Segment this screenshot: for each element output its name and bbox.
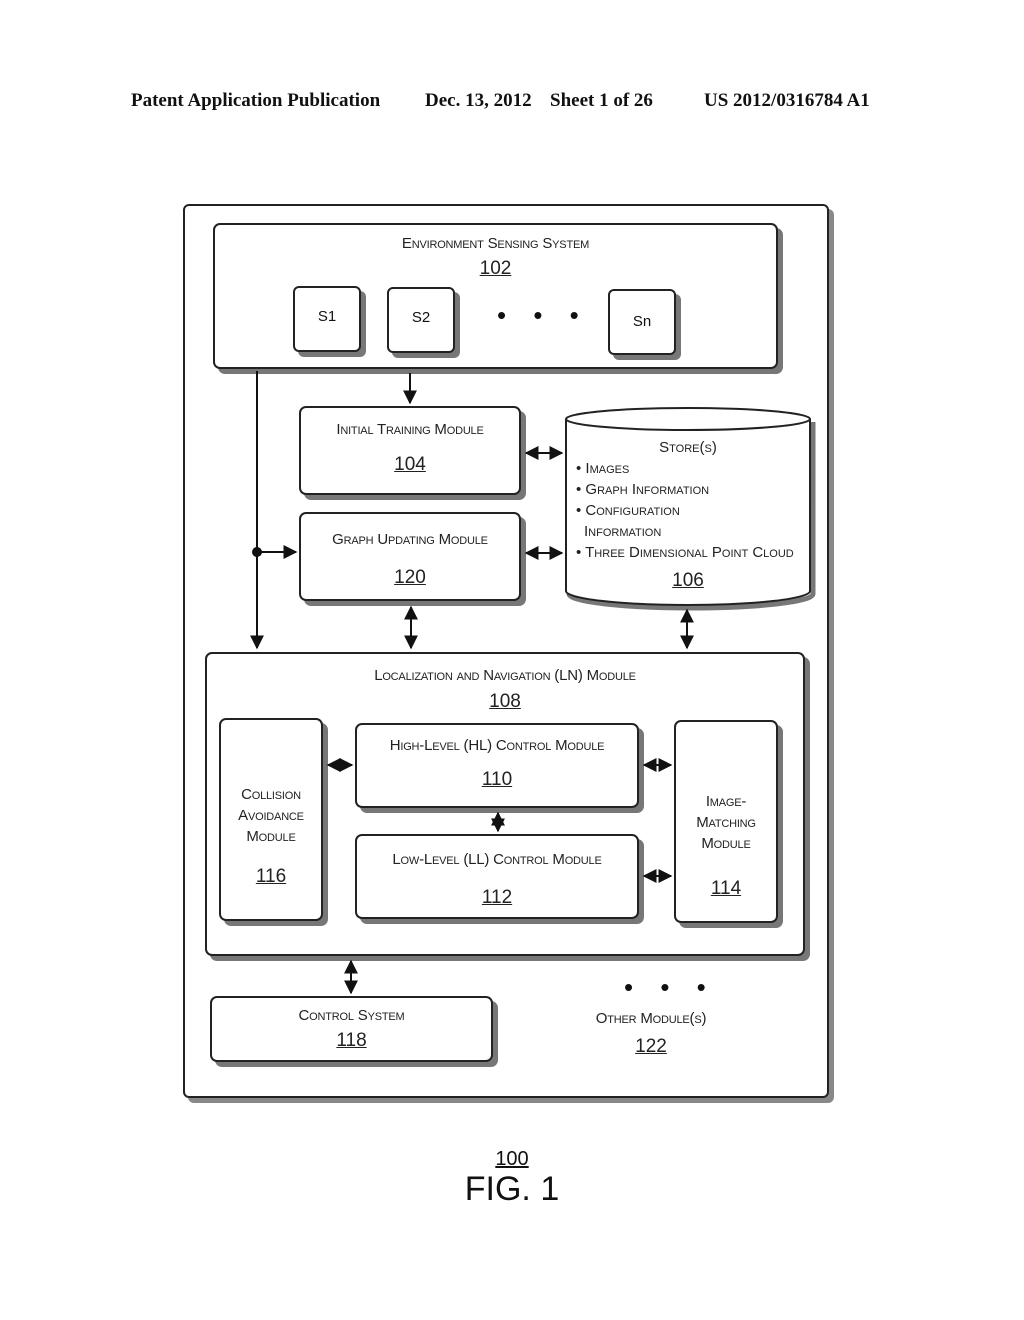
initial-training-module-number: 104: [394, 454, 426, 475]
image-matching-module-box: Image- Matching Module 114: [674, 720, 778, 923]
image-matching-label-line1: Image-: [705, 793, 747, 810]
publication-date: Dec. 13, 2012: [425, 90, 532, 111]
ll-control-module-number: 112: [481, 887, 513, 908]
environment-sensing-system-label: Environment Sensing System: [401, 235, 590, 252]
sensor-s1: S1: [293, 286, 361, 352]
collision-avoidance-label-line1: Collision: [241, 786, 301, 803]
sheet-number: Sheet 1 of 26: [550, 90, 653, 111]
graph-updating-module-label: Graph Updating Module: [332, 531, 488, 548]
graph-updating-module-number: 120: [394, 567, 426, 588]
other-modules-ellipsis: • • •: [624, 972, 716, 1002]
sensor-sn-label: Sn: [632, 313, 652, 330]
store-item-images: • Images: [576, 460, 630, 477]
sensor-s1-label: S1: [317, 308, 337, 325]
image-matching-number: 114: [710, 878, 742, 899]
collision-avoidance-label-line2: Avoidance: [238, 807, 304, 824]
collision-avoidance-module-box: Collision Avoidance Module 116: [219, 718, 323, 921]
sensor-sn: Sn: [608, 289, 676, 355]
environment-sensing-system-number: 102: [479, 258, 512, 279]
ll-control-module-box: Low-Level (LL) Control Module 112: [355, 834, 639, 919]
sensor-ellipsis: • • •: [497, 300, 589, 330]
hl-control-module-label: High-Level (HL) Control Module: [389, 737, 605, 754]
other-modules-label: Other Module(s): [595, 1010, 707, 1027]
store-database: Store(s) • Images • Graph Information • …: [563, 405, 816, 611]
store-label: Store(s): [659, 439, 717, 456]
hl-control-module-box: High-Level (HL) Control Module 110: [355, 723, 639, 808]
sensor-s2: S2: [387, 287, 455, 353]
collision-avoidance-label-line3: Module: [246, 828, 296, 845]
hl-control-module-number: 110: [481, 769, 513, 790]
patent-number: US 2012/0316784 A1: [704, 90, 870, 111]
image-matching-label-line3: Module: [701, 835, 751, 852]
control-system-label: Control System: [298, 1007, 405, 1024]
control-system-number: 118: [336, 1030, 367, 1051]
graph-updating-module-box: Graph Updating Module 120: [299, 512, 521, 601]
ln-module-number: 108: [489, 691, 521, 712]
image-matching-label-line2: Matching: [696, 814, 756, 831]
store-number: 106: [672, 570, 704, 591]
publication-label: Patent Application Publication: [131, 90, 381, 111]
collision-avoidance-number: 116: [255, 866, 287, 887]
ln-module-label: Localization and Navigation (LN) Module: [374, 667, 636, 684]
initial-training-module-box: Initial Training Module 104: [299, 406, 521, 495]
store-item-configuration-cont: Information: [584, 523, 662, 540]
initial-training-module-label: Initial Training Module: [336, 421, 484, 438]
control-system-box: Control System 118: [210, 996, 493, 1062]
sensor-s2-label: S2: [411, 309, 431, 326]
other-modules-number: 122: [635, 1036, 667, 1057]
figure-title: FIG. 1: [464, 1170, 560, 1208]
store-item-point-cloud: • Three Dimensional Point Cloud: [576, 544, 794, 561]
ll-control-module-label: Low-Level (LL) Control Module: [392, 851, 602, 868]
figure-number: 100: [495, 1148, 529, 1170]
store-item-configuration: • Configuration: [576, 502, 680, 519]
store-item-graph-information: • Graph Information: [576, 481, 710, 498]
